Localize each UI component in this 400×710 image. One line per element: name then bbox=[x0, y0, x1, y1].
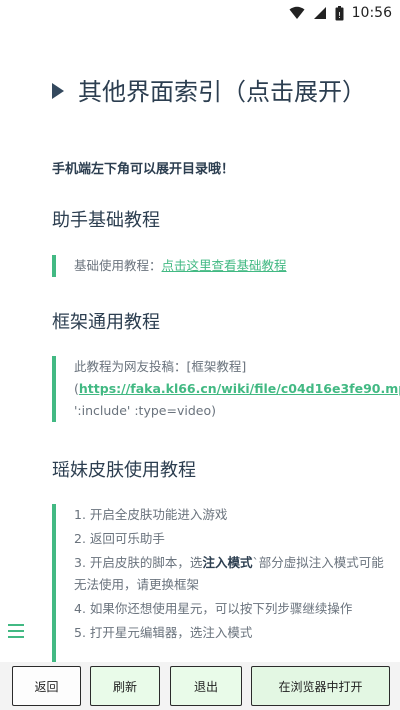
collapse-title: 其他界面索引（点击展开） bbox=[78, 78, 366, 106]
menu-bar bbox=[8, 630, 24, 632]
step-number: 3. bbox=[74, 555, 86, 570]
step-text: 如果你还想使用星元，可以按下列步骤继续操作 bbox=[89, 601, 353, 616]
step-bold-text: 注入模式 bbox=[202, 555, 253, 570]
sidebar-toggle-menu-icon[interactable] bbox=[8, 624, 24, 638]
framework-line1: 此教程为网友投稿：[框架教程] bbox=[74, 359, 247, 374]
framework-link-line: (https://faka.kl66.cn/wiki/file/c04d16e3… bbox=[74, 378, 400, 400]
skin-steps-list: 1. 开启全皮肤功能进入游戏 2. 返回可乐助手 3. 开启皮肤的脚本，选注入模… bbox=[74, 504, 394, 644]
bottom-action-bar: 返回 刷新 退出 在浏览器中打开 bbox=[0, 662, 400, 710]
exit-button[interactable]: 退出 bbox=[170, 666, 242, 706]
menu-bar bbox=[8, 636, 24, 638]
step-number: 2. bbox=[74, 531, 86, 546]
triangle-right-icon bbox=[52, 83, 64, 99]
list-item: 5. 打开星元编辑器，选注入模式 bbox=[74, 622, 394, 644]
list-item: 1. 开启全皮肤功能进入游戏 bbox=[74, 504, 394, 526]
doc-content[interactable]: 其他界面索引（点击展开） 手机端左下角可以展开目录哦！ 助手基础教程 基础使用教… bbox=[0, 26, 400, 662]
list-item: 4. 如果你还想使用星元，可以按下列步骤继续操作 bbox=[74, 598, 394, 620]
quote-framework: 此教程为网友投稿：[框架教程] (https://faka.kl66.cn/wi… bbox=[52, 356, 400, 422]
step-number: 5. bbox=[74, 625, 86, 640]
battery-icon: ! bbox=[335, 5, 344, 20]
quote-assistant: 基础使用教程：点击这里查看基础教程 bbox=[52, 255, 394, 277]
refresh-button[interactable]: 刷新 bbox=[90, 666, 160, 706]
back-button[interactable]: 返回 bbox=[12, 666, 81, 706]
step-text: 打开星元编辑器，选注入模式 bbox=[89, 625, 253, 640]
step-text: 返回可乐助手 bbox=[89, 531, 165, 546]
hint-text: 手机端左下角可以展开目录哦！ bbox=[52, 162, 235, 177]
menu-bar bbox=[8, 624, 24, 626]
wifi-icon bbox=[289, 6, 305, 19]
quote-skin-steps: 1. 开启全皮肤功能进入游戏 2. 返回可乐助手 3. 开启皮肤的脚本，选注入模… bbox=[52, 504, 394, 662]
basic-tutorial-link[interactable]: 点击这里查看基础教程 bbox=[162, 258, 287, 273]
list-item: 3. 开启皮肤的脚本，选注入模式`部分虚拟注入模式可能无法使用，请更换框架 bbox=[74, 552, 394, 596]
step-number: 4. bbox=[74, 601, 86, 616]
open-in-browser-button[interactable]: 在浏览器中打开 bbox=[251, 666, 390, 706]
signal-icon bbox=[313, 7, 326, 19]
heading-framework: 框架通用教程 bbox=[52, 312, 160, 333]
step-text: 开启全皮肤功能进入游戏 bbox=[89, 507, 228, 522]
collapse-toggle[interactable]: 其他界面索引（点击展开） bbox=[52, 74, 382, 110]
quote-prefix: 基础使用教程： bbox=[74, 258, 162, 273]
framework-line3: ':include' :type=video) bbox=[74, 403, 216, 418]
heading-assistant-basics: 助手基础教程 bbox=[52, 210, 160, 231]
status-bar: ! 10:56 bbox=[0, 0, 400, 26]
svg-text:!: ! bbox=[338, 11, 341, 20]
heading-skin: 瑶妹皮肤使用教程 bbox=[52, 460, 196, 481]
status-icons: ! 10:56 bbox=[289, 4, 392, 22]
status-time: 10:56 bbox=[351, 5, 392, 21]
list-item: 2. 返回可乐助手 bbox=[74, 528, 394, 550]
framework-video-link[interactable]: https://faka.kl66.cn/wiki/file/c04d16e3f… bbox=[79, 381, 400, 396]
step-number: 1. bbox=[74, 507, 86, 522]
step-text: 开启皮肤的脚本，选 bbox=[89, 555, 203, 570]
